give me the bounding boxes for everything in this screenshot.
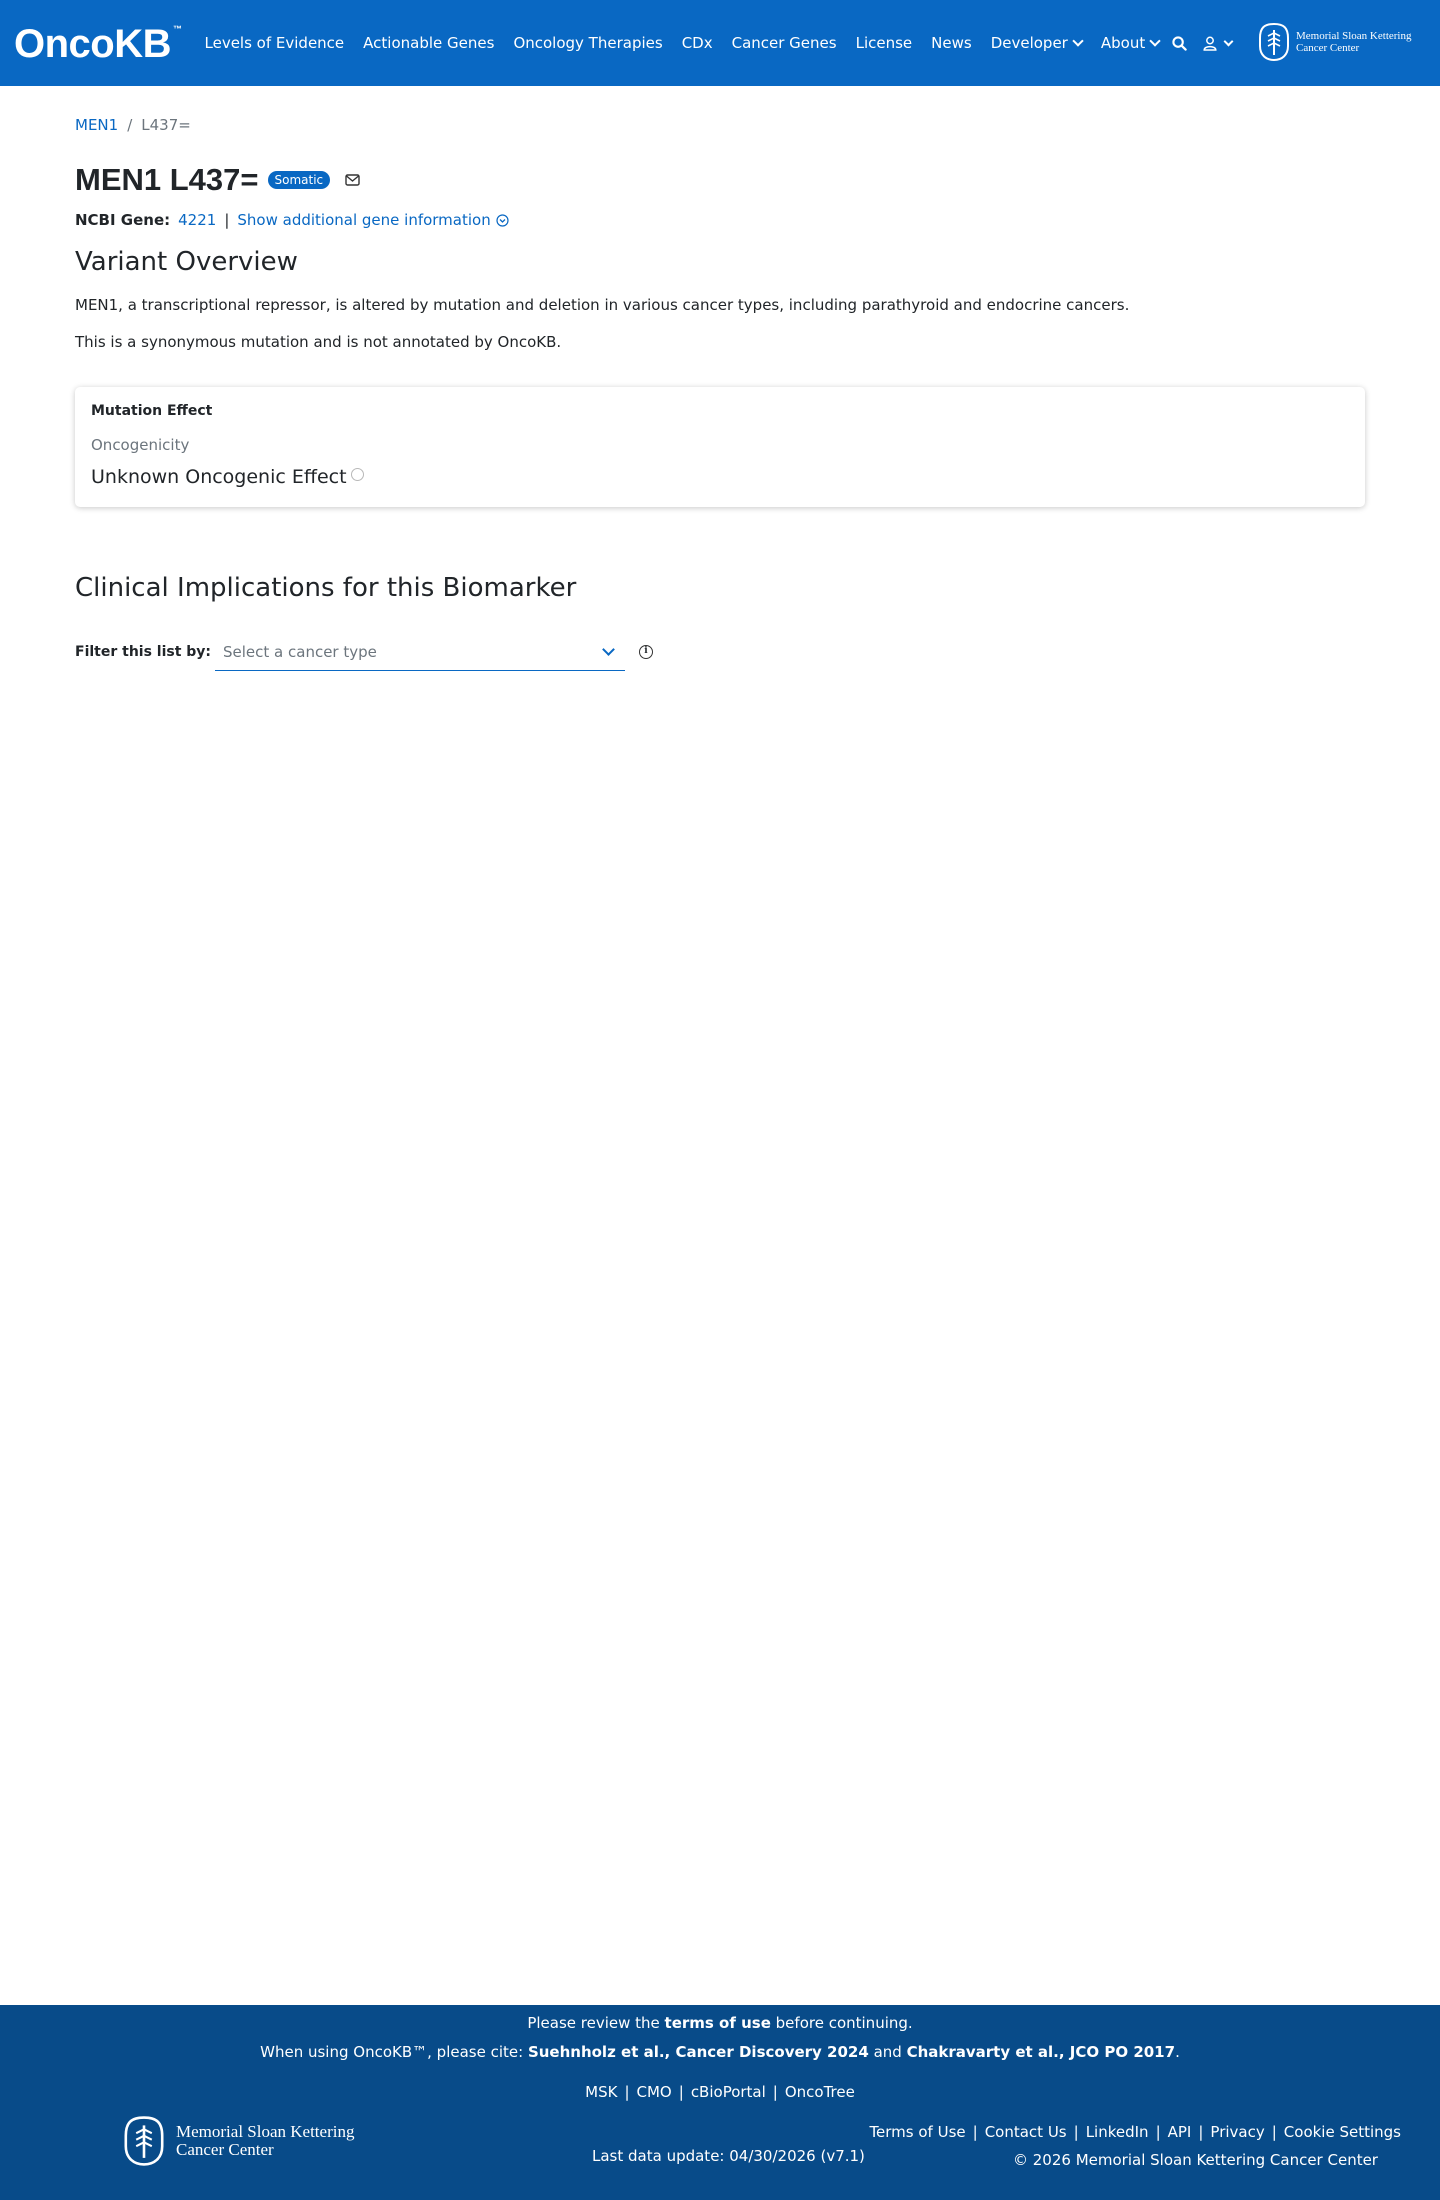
- footer-separator: |: [624, 2083, 630, 2101]
- cite-ref-chakravarty[interactable]: Chakravarty et al., JCO PO 2017: [907, 2043, 1176, 2061]
- user-menu-button[interactable]: [1203, 36, 1234, 51]
- footer-cite-line: When using OncoKB™, please cite: Suehnho…: [0, 2043, 1440, 2061]
- footer-separator: |: [1073, 2123, 1079, 2141]
- breadcrumb-current: L437=: [141, 116, 191, 134]
- chevron-down-icon: [1223, 36, 1234, 46]
- oncogenicity-circle-icon: [350, 468, 364, 481]
- nav-cancer-genes[interactable]: Cancer Genes: [732, 34, 837, 52]
- chevron-circle-down-icon: [496, 213, 509, 227]
- clinical-implications-heading: Clinical Implications for this Biomarker: [75, 573, 577, 603]
- oncokb-logo[interactable]: OncoKB ™: [14, 22, 182, 67]
- footer-separator: |: [1198, 2123, 1204, 2141]
- info-icon[interactable]: i: [639, 645, 653, 659]
- ncbi-gene-row: NCBI Gene: 4221 | Show additional gene i…: [75, 211, 509, 229]
- last-data-update: Last data update: 04/30/2026 (v7.1): [592, 2147, 865, 2165]
- logo-text: OncoKB: [14, 22, 172, 66]
- title-row: MEN1 L437= Somatic: [75, 162, 360, 198]
- breadcrumb: MEN1 / L437=: [75, 116, 191, 134]
- mutation-effect-card: Mutation Effect Oncogenicity Unknown Onc…: [75, 387, 1365, 507]
- footer-review-line: Please review the terms of use before co…: [0, 2014, 1440, 2032]
- nav-license[interactable]: License: [856, 34, 913, 52]
- chevron-down-icon: [1072, 34, 1084, 47]
- msk-header-line1: Memorial Sloan Kettering: [1296, 30, 1412, 42]
- msk-footer-line1: Memorial Sloan Kettering: [176, 2122, 355, 2141]
- footer-separator: |: [1271, 2123, 1277, 2141]
- search-icon[interactable]: [1172, 35, 1187, 51]
- footer-separator: |: [1155, 2123, 1161, 2141]
- ncbi-gene-label: NCBI Gene:: [75, 211, 171, 229]
- breadcrumb-gene-link[interactable]: MEN1: [75, 116, 118, 134]
- nav-about-label: About: [1100, 34, 1146, 52]
- show-gene-info-link[interactable]: Show additional gene information: [237, 211, 509, 229]
- msk-footer-logo[interactable]: Memorial Sloan Kettering Cancer Center: [122, 2115, 354, 2167]
- footer-privacy[interactable]: Privacy: [1210, 2123, 1264, 2141]
- footer-separator: |: [972, 2123, 978, 2141]
- nav-icons: [1172, 0, 1248, 86]
- user-icon: [1203, 36, 1217, 51]
- nav-about-dropdown[interactable]: About: [1100, 34, 1161, 52]
- gene-summary: MEN1, a transcriptional repressor, is al…: [75, 296, 1130, 314]
- nav-oncology-therapies[interactable]: Oncology Therapies: [513, 34, 662, 52]
- chevron-down-icon: [602, 643, 615, 656]
- footer-review-post: before continuing.: [770, 2014, 913, 2032]
- logo-tm: ™: [173, 24, 182, 34]
- footer-contact-us[interactable]: Contact Us: [985, 2123, 1067, 2141]
- cancer-type-select[interactable]: Select a cancer type: [215, 633, 625, 671]
- footer-separator: |: [772, 2083, 778, 2101]
- copyright: © 2026 Memorial Sloan Kettering Cancer C…: [1013, 2151, 1378, 2169]
- oncogenicity-label: Oncogenicity: [91, 436, 190, 454]
- filter-label: Filter this list by:: [75, 644, 212, 660]
- footer: Please review the terms of use before co…: [0, 2005, 1440, 2200]
- ncbi-gene-link[interactable]: 4221: [178, 211, 216, 229]
- msk-footer-line2: Cancer Center: [176, 2140, 274, 2159]
- msk-header-logo[interactable]: Memorial Sloan Kettering Cancer Center: [1258, 22, 1411, 62]
- chevron-down-icon: [1149, 34, 1161, 47]
- footer-separator: |: [678, 2083, 684, 2101]
- footer-link-oncotree[interactable]: OncoTree: [785, 2083, 855, 2101]
- msk-footer-text: Memorial Sloan Kettering Cancer Center: [176, 2123, 354, 2159]
- variant-note: This is a synonymous mutation and is not…: [75, 333, 562, 351]
- nav-levels-of-evidence[interactable]: Levels of Evidence: [205, 34, 345, 52]
- footer-cookie-settings[interactable]: Cookie Settings: [1284, 2123, 1401, 2141]
- nav-news[interactable]: News: [931, 34, 972, 52]
- terms-of-use-link[interactable]: terms of use: [665, 2014, 771, 2032]
- footer-cite-and: and: [868, 2043, 907, 2061]
- footer-link-cbioportal[interactable]: cBioPortal: [691, 2083, 766, 2101]
- page-title: MEN1 L437=: [75, 162, 259, 197]
- msk-header-text: Memorial Sloan Kettering Cancer Center: [1296, 30, 1411, 54]
- oncogenicity-value: Unknown Oncogenic Effect: [91, 466, 364, 488]
- mail-icon[interactable]: [345, 174, 360, 186]
- footer-terms-of-use[interactable]: Terms of Use: [869, 2123, 965, 2141]
- footer-link-cmo[interactable]: CMO: [637, 2083, 672, 2101]
- msk-emblem-icon: [1259, 22, 1289, 62]
- nav-developer-label: Developer: [990, 34, 1068, 52]
- msk-header-line2: Cancer Center: [1296, 42, 1360, 54]
- variant-overview-heading: Variant Overview: [75, 247, 298, 277]
- footer-link-msk[interactable]: MSK: [585, 2083, 617, 2101]
- nav-actionable-genes[interactable]: Actionable Genes: [363, 34, 494, 52]
- footer-cite-pre: When using OncoKB™, please cite:: [260, 2043, 528, 2061]
- nav-developer-dropdown[interactable]: Developer: [990, 34, 1084, 52]
- cancer-type-placeholder: Select a cancer type: [223, 642, 377, 661]
- msk-emblem-icon: [124, 2116, 164, 2166]
- ncbi-separator: |: [224, 211, 230, 229]
- footer-external-links: MSK | CMO | cBioPortal | OncoTree: [0, 2083, 1440, 2101]
- main-nav: Levels of Evidence Actionable Genes Onco…: [195, 0, 1169, 86]
- footer-api[interactable]: API: [1168, 2123, 1192, 2141]
- oncogenicity-value-text: Unknown Oncogenic Effect: [91, 466, 347, 488]
- somatic-badge: Somatic: [267, 171, 331, 189]
- mutation-effect-title: Mutation Effect: [91, 403, 213, 419]
- footer-linkedin[interactable]: LinkedIn: [1086, 2123, 1149, 2141]
- nav-cdx[interactable]: CDx: [682, 34, 713, 52]
- footer-cite-end: .: [1175, 2043, 1180, 2061]
- footer-review-pre: Please review the: [527, 2014, 665, 2032]
- show-gene-info-label: Show additional gene information: [237, 211, 491, 229]
- breadcrumb-separator: /: [127, 116, 133, 134]
- footer-legal-links: Terms of Use | Contact Us | LinkedIn | API |…: [869, 2123, 1401, 2141]
- cite-ref-suehnholz[interactable]: Suehnholz et al., Cancer Discovery 2024: [528, 2043, 869, 2061]
- top-navbar: OncoKB ™ Levels of Evidence Actionable Ge…: [0, 0, 1440, 86]
